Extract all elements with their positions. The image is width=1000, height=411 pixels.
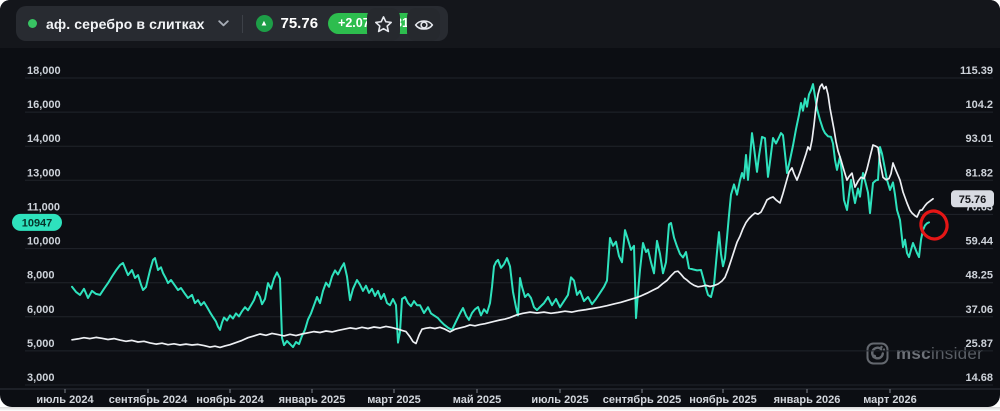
overlay-series-line xyxy=(72,84,933,347)
x-axis-label: январь 2026 xyxy=(774,394,841,406)
y-axis-label-left: 13,000 xyxy=(27,167,61,179)
y-axis-label-left: 18,000 xyxy=(27,65,61,77)
chart-panel: аф. серебро в слитках ▲ 75.76 +2.07 (+2.… xyxy=(0,0,1000,407)
x-axis-label: январь 2025 xyxy=(279,394,346,406)
y-axis-label-left: 3,000 xyxy=(27,372,55,384)
left-price-badge-label: 10947 xyxy=(22,217,53,229)
y-axis-label-left: 8,000 xyxy=(27,270,55,282)
main-series-line xyxy=(72,84,929,347)
y-axis-label-right: 48.25 xyxy=(965,270,993,282)
x-axis-label: сентябрь 2024 xyxy=(109,394,188,406)
x-axis-label: ноябрь 2025 xyxy=(689,394,756,406)
x-axis-label: март 2025 xyxy=(367,394,421,406)
y-axis-label-right: 25.87 xyxy=(965,338,993,350)
y-axis-label-left: 16,000 xyxy=(27,99,61,111)
y-axis-label-left: 6,000 xyxy=(27,304,55,316)
y-axis-label-right: 93.01 xyxy=(965,133,993,145)
y-axis-label-right: 104.2 xyxy=(965,99,993,111)
y-axis-label-right: 59.44 xyxy=(965,236,993,248)
y-axis-label-right: 81.82 xyxy=(965,167,993,179)
y-axis-label-left: 5,000 xyxy=(27,338,55,350)
y-axis-label-right: 115.39 xyxy=(960,65,993,77)
x-axis-label: июль 2025 xyxy=(531,394,588,406)
x-axis-label: март 2026 xyxy=(863,394,917,406)
x-axis-label: май 2025 xyxy=(453,394,501,406)
y-axis-label-left: 10,000 xyxy=(27,236,61,248)
x-axis-label: июль 2024 xyxy=(36,394,94,406)
x-axis-label: ноябрь 2024 xyxy=(196,394,264,406)
y-axis-label-right: 14.68 xyxy=(965,372,993,384)
y-axis-label-right: 37.06 xyxy=(965,304,993,316)
y-axis-label-left: 11,000 xyxy=(27,201,60,213)
y-axis-label-left: 14,000 xyxy=(27,133,61,145)
window-bottom-edge xyxy=(0,407,1000,411)
chart-canvas[interactable]: 18,000 115.39 16,000 104.2 14,000 93.01 13,000… xyxy=(0,0,1000,407)
right-price-badge-label: 75.76 xyxy=(959,194,987,206)
highlight-circle-annotation xyxy=(918,208,950,242)
x-axis-label: сентябрь 2025 xyxy=(603,394,682,406)
